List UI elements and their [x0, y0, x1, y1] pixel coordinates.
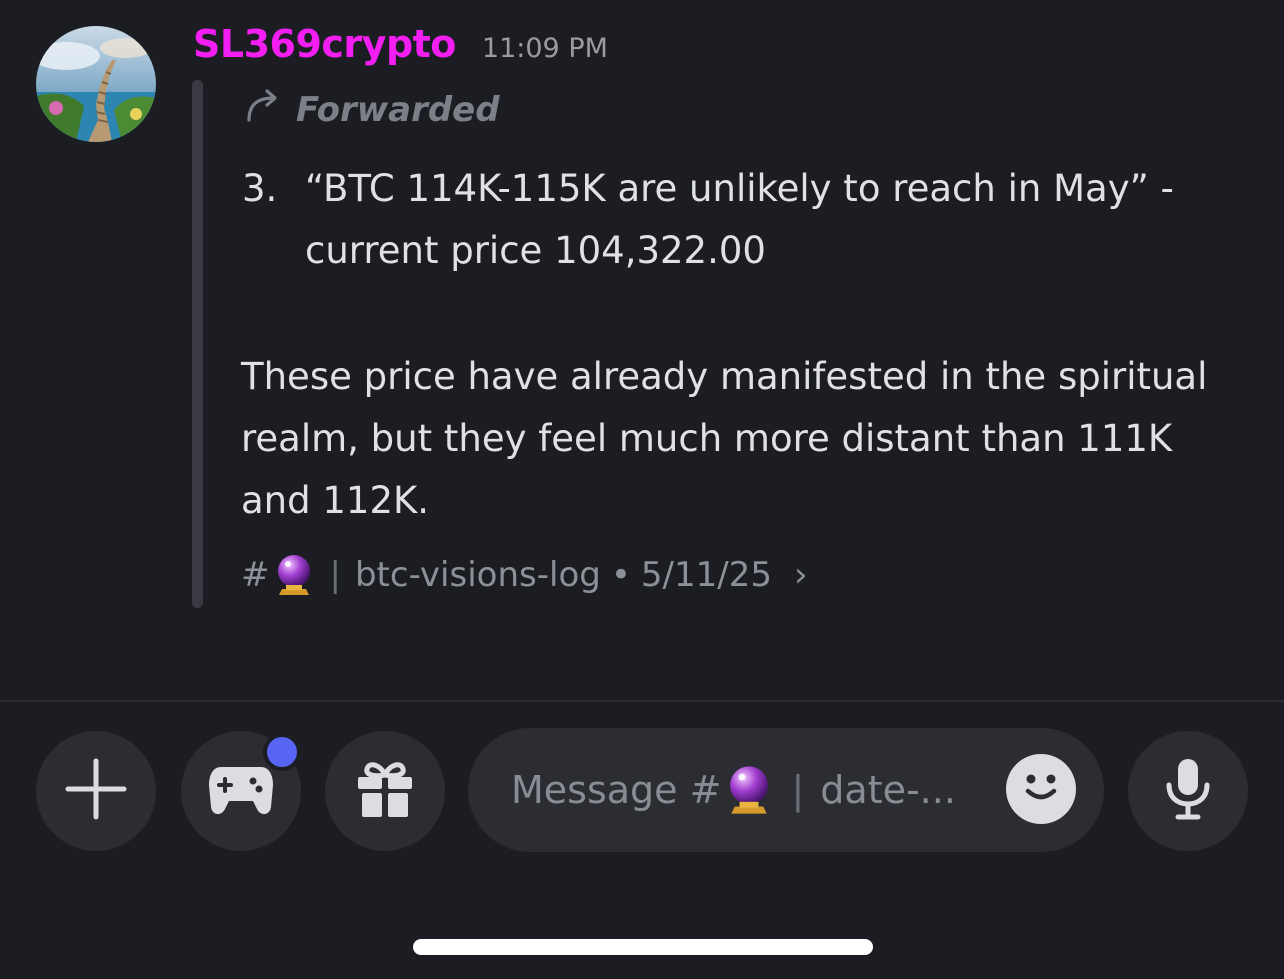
chat-screen: SL369crypto 11:09 PM Forwarded 3. “BTC 1…: [0, 0, 1284, 979]
home-indicator[interactable]: [413, 939, 873, 955]
crystal-ball-icon: [274, 553, 314, 597]
list-text: “BTC 114K-115K are unlikely to reach in …: [305, 167, 1174, 272]
crystal-ball-icon: [725, 764, 773, 816]
gamepad-icon: [207, 761, 275, 821]
forwarded-label: Forwarded: [244, 88, 500, 131]
user-avatar[interactable]: [36, 26, 156, 142]
forward-arrow-icon: [244, 88, 284, 131]
placeholder-separator: |: [791, 768, 805, 812]
source-dot: •: [610, 555, 631, 595]
message-list-item: 3. “BTC 114K-115K are unlikely to reach …: [242, 158, 1252, 282]
plus-icon: [64, 757, 128, 825]
add-attachment-button[interactable]: [36, 731, 156, 851]
placeholder-channel: date-...: [820, 768, 956, 812]
forward-quote-bar: [192, 80, 203, 608]
microphone-icon: [1163, 757, 1213, 825]
forwarded-text: Forwarded: [296, 89, 500, 130]
forward-source-link[interactable]: # | btc-visions-log • 5/11/25 ›: [241, 553, 808, 597]
activities-notification-dot: [263, 733, 301, 771]
message-paragraph: These price have already manifested in t…: [241, 355, 1208, 522]
message-header: SL369crypto 11:09 PM: [193, 22, 608, 66]
gift-button[interactable]: [325, 731, 445, 851]
channel-hash: #: [241, 555, 270, 595]
list-number: 3.: [242, 167, 278, 210]
author-name[interactable]: SL369crypto: [193, 22, 456, 66]
chevron-right-icon: ›: [793, 555, 808, 595]
composer-divider: [0, 700, 1284, 702]
voice-message-button[interactable]: [1128, 731, 1248, 851]
message-placeholder: Message # | date-...: [511, 764, 956, 816]
source-date: 5/11/25: [640, 555, 772, 595]
gift-icon: [355, 759, 415, 823]
placeholder-prefix: Message #: [511, 768, 722, 812]
source-channel-name: btc-visions-log: [354, 555, 601, 595]
message-timestamp: 11:09 PM: [481, 33, 608, 64]
source-separator: |: [329, 555, 341, 595]
emoji-button[interactable]: [1006, 754, 1076, 824]
smiley-icon: [1016, 767, 1066, 811]
